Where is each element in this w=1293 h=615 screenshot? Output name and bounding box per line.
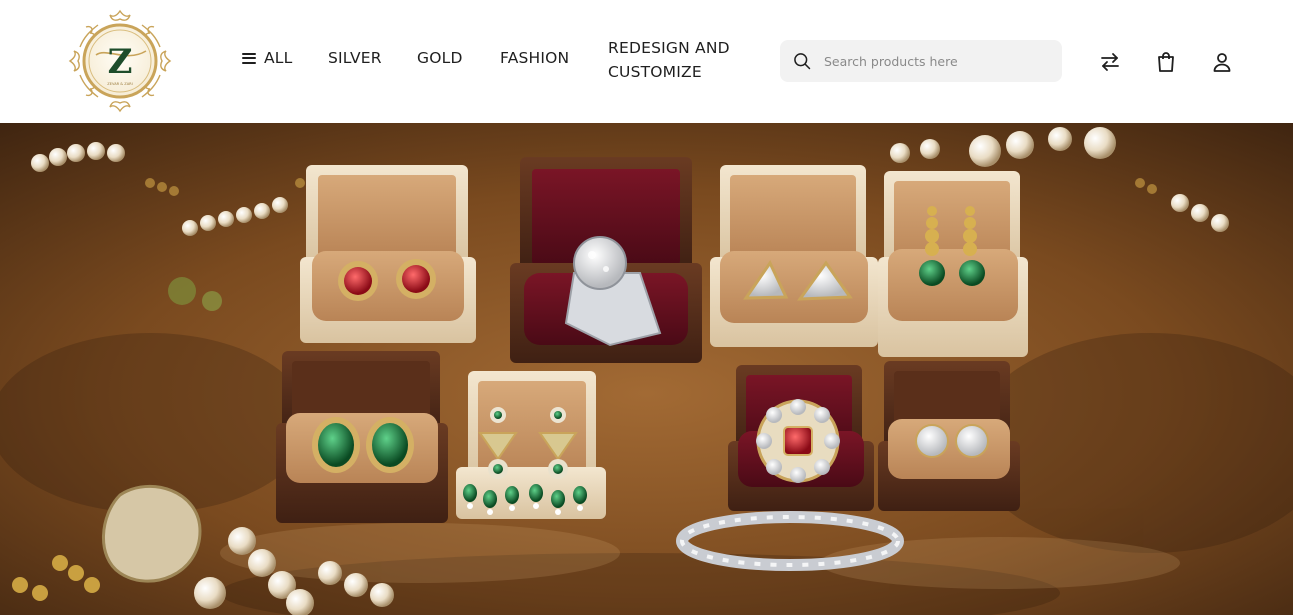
box-emerald-studs — [276, 351, 448, 523]
nav-redesign-customize[interactable]: REDESIGN AND CUSTOMIZE — [608, 36, 738, 84]
box-ruby-ring — [728, 365, 874, 511]
svg-text:ZEVAR & ZARI: ZEVAR & ZARI — [107, 82, 132, 86]
box-diamond-ring — [510, 157, 702, 363]
jewelry-boxes-banner-image — [0, 123, 1293, 615]
compare-button[interactable] — [1098, 50, 1122, 74]
box-ruby-earrings — [300, 165, 476, 343]
hamburger-menu-icon[interactable] — [242, 52, 256, 64]
box-emerald-drops — [878, 171, 1028, 357]
user-account-icon — [1213, 53, 1231, 72]
brand-logo[interactable]: Z ZEVAR & ZARI — [66, 7, 174, 115]
site-header: Z ZEVAR & ZARI ALL SILVER GOLD FASHION R… — [0, 0, 1293, 123]
box-triangle-earrings — [710, 165, 878, 347]
box-diamond-studs — [878, 361, 1020, 511]
nav-all-label: ALL — [264, 49, 293, 67]
hero-banner[interactable] — [0, 123, 1293, 615]
nav-fashion[interactable]: FASHION — [500, 49, 569, 67]
search-icon[interactable] — [792, 51, 812, 71]
box-kundan-earrings — [456, 371, 606, 519]
nav-gold[interactable]: GOLD — [417, 49, 463, 67]
search-input[interactable] — [824, 53, 1044, 69]
nav-silver[interactable]: SILVER — [328, 49, 382, 67]
cart-button[interactable] — [1154, 50, 1178, 74]
nav-all[interactable]: ALL — [242, 49, 292, 67]
account-button[interactable] — [1210, 50, 1234, 74]
shopping-bag-icon — [1158, 52, 1174, 72]
svg-text:Z: Z — [108, 42, 133, 82]
compare-arrows-icon — [1101, 53, 1119, 71]
ornate-gold-crest-logo-icon: Z ZEVAR & ZARI — [68, 9, 172, 113]
search-bar — [780, 40, 1062, 82]
